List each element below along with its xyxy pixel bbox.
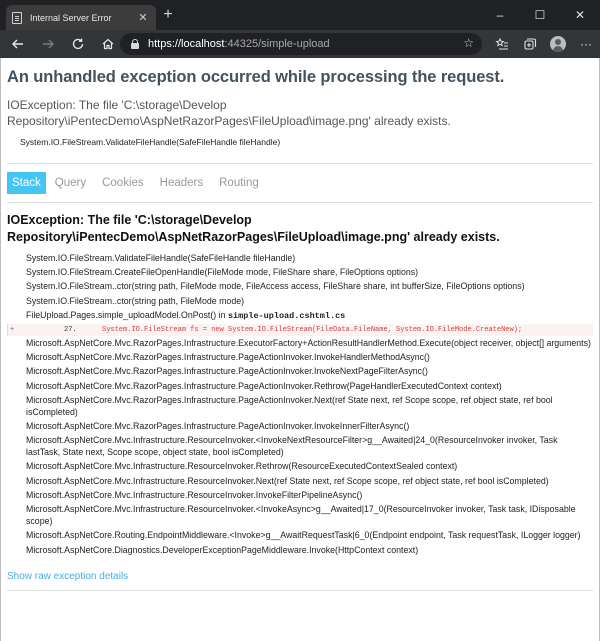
close-window-button[interactable]: ✕ (560, 0, 600, 30)
stack-frame[interactable]: System.IO.FileStream.ValidateFileHandle(… (26, 251, 593, 265)
home-icon[interactable] (94, 30, 122, 58)
tab-cookies[interactable]: Cookies (95, 172, 151, 194)
stack-frame[interactable]: Microsoft.AspNetCore.Diagnostics.Develop… (26, 543, 593, 557)
forward-arrow-icon[interactable] (34, 30, 62, 58)
toolbar-right: ··· (488, 30, 600, 58)
maximize-button[interactable]: ☐ (520, 0, 560, 30)
user-stack-frame[interactable]: FileUpload.Pages.simple_uploadModel.OnPo… (26, 309, 593, 324)
page-title: An unhandled exception occurred while pr… (7, 68, 505, 86)
title-error: IOException: The file 'C:\storage\Develo… (7, 98, 451, 128)
tab-query[interactable]: Query (48, 172, 93, 194)
show-raw-exception-link[interactable]: Show raw exception details (7, 571, 593, 582)
browser-tab[interactable]: Internal Server Error ✕ (6, 5, 156, 30)
stack-frame[interactable]: System.IO.FileStream..ctor(string path, … (26, 280, 593, 294)
more-icon[interactable]: ··· (572, 30, 600, 58)
error-tabs: Stack Query Cookies Headers Routing (7, 163, 593, 203)
stack-frames: System.IO.FileStream.ValidateFileHandle(… (7, 251, 593, 558)
tab-title: Internal Server Error (30, 12, 112, 23)
document-icon (12, 11, 22, 24)
new-tab-button[interactable]: + (160, 7, 176, 23)
stack-frame[interactable]: Microsoft.AspNetCore.Mvc.RazorPages.Infr… (26, 336, 593, 350)
star-icon[interactable]: ☆ (463, 36, 474, 50)
user-frame-file: simple-upload.cshtml.cs (227, 311, 346, 322)
back-arrow-icon[interactable] (4, 30, 32, 58)
code-text: System.IO.FileStream fs = new System.IO.… (102, 326, 523, 335)
collections-icon[interactable] (516, 30, 544, 58)
stack-frame[interactable]: Microsoft.AspNetCore.Mvc.RazorPages.Infr… (26, 365, 593, 379)
source-code-line[interactable]: + 27. System.IO.FileStream fs = new Syst… (7, 324, 593, 337)
url-path: :44325/simple-upload (224, 38, 330, 50)
stack-frame[interactable]: Microsoft.AspNetCore.Mvc.RazorPages.Infr… (26, 394, 593, 420)
error-location: System.IO.FileStream.ValidateFileHandle(… (20, 137, 281, 147)
tab-routing[interactable]: Routing (212, 172, 266, 194)
minimize-button[interactable]: – (480, 0, 520, 30)
url-text[interactable]: https://localhost:44325/simple-upload (148, 38, 330, 50)
tab-close-icon[interactable]: ✕ (136, 11, 150, 24)
url-host: https://localhost (148, 38, 225, 50)
tab-stack[interactable]: Stack (7, 172, 46, 194)
code-line-number: 27. (64, 326, 77, 335)
expand-source-icon[interactable]: + (10, 324, 14, 336)
stack-frame[interactable]: Microsoft.AspNetCore.Mvc.Infrastructure.… (26, 434, 593, 460)
stack-frame[interactable]: System.IO.FileStream.CreateFileOpenHandl… (26, 265, 593, 279)
favorites-icon[interactable] (488, 30, 516, 58)
stack-frame[interactable]: Microsoft.AspNetCore.Mvc.Infrastructure.… (26, 474, 593, 488)
divider (7, 589, 593, 591)
error-page: An unhandled exception occurred while pr… (0, 58, 600, 641)
stack-frame[interactable]: Microsoft.AspNetCore.Routing.EndpointMid… (26, 529, 593, 543)
lock-icon[interactable] (130, 39, 140, 49)
stack-frame[interactable]: System.IO.FileStream..ctor(string path, … (26, 294, 593, 308)
stack-frame[interactable]: Microsoft.AspNetCore.Mvc.RazorPages.Infr… (26, 379, 593, 393)
stack-frame[interactable]: Microsoft.AspNetCore.Mvc.RazorPages.Infr… (26, 419, 593, 433)
address-bar[interactable]: https://localhost:44325/simple-upload ☆ (120, 33, 482, 55)
profile-avatar[interactable] (550, 36, 566, 52)
stack-frame[interactable]: Microsoft.AspNetCore.Mvc.Infrastructure.… (26, 489, 593, 503)
user-frame-method: FileUpload.Pages.simple_uploadModel.OnPo… (26, 310, 228, 321)
stack-frame[interactable]: Microsoft.AspNetCore.Mvc.RazorPages.Infr… (26, 350, 593, 364)
stack-frame[interactable]: Microsoft.AspNetCore.Mvc.Infrastructure.… (26, 503, 593, 529)
exception-heading: IOException: The file 'C:\storage\Develo… (7, 213, 500, 244)
window-controls: – ☐ ✕ (480, 0, 600, 30)
stack-frame[interactable]: Microsoft.AspNetCore.Mvc.Infrastructure.… (26, 460, 593, 474)
refresh-icon[interactable] (64, 30, 92, 58)
browser-titlebar: Internal Server Error ✕ + – ☐ ✕ (0, 0, 600, 30)
tab-headers[interactable]: Headers (153, 172, 210, 194)
